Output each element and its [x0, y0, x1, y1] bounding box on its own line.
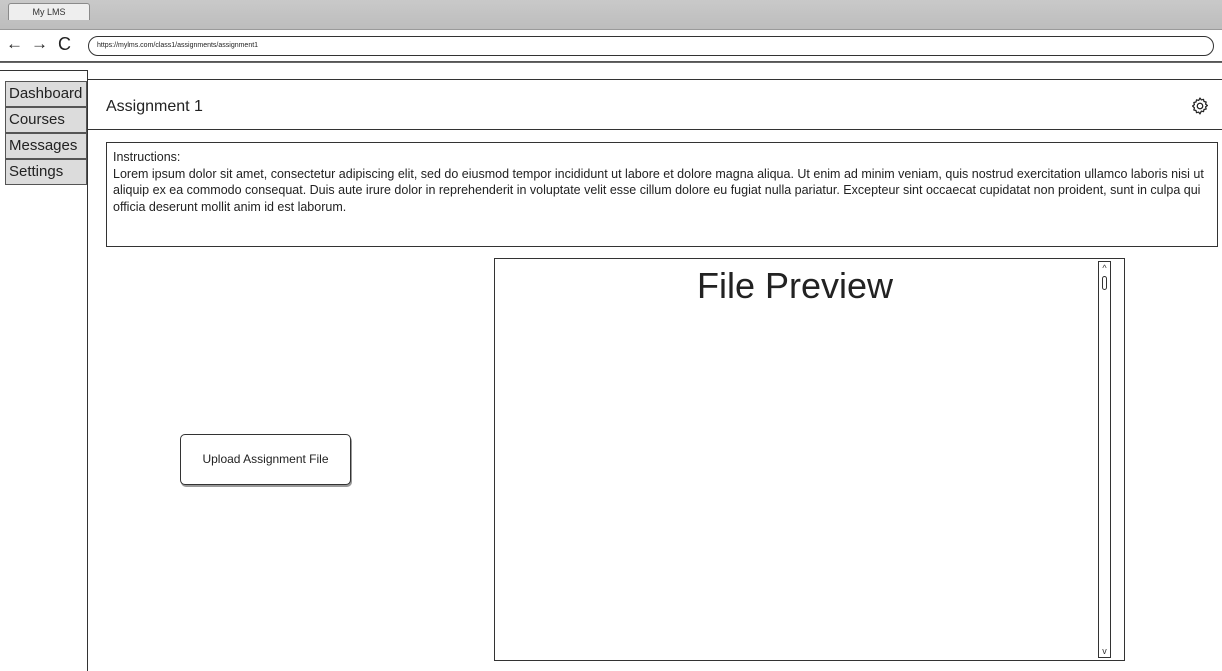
sidebar: Dashboard Courses Messages Settings: [0, 70, 88, 671]
url-bar[interactable]: https://mylms.com/class1/assignments/ass…: [88, 36, 1214, 56]
instructions-heading: Instructions:: [113, 150, 181, 164]
page-title: Assignment 1: [106, 98, 203, 115]
upload-assignment-button[interactable]: Upload Assignment File: [180, 434, 351, 485]
sidebar-item-courses[interactable]: Courses: [5, 107, 87, 133]
browser-nav-bar: ← → C https://mylms.com/class1/assignmen…: [0, 30, 1222, 62]
sidebar-item-label: Settings: [9, 163, 64, 180]
tab-strip: My LMS: [0, 0, 1222, 30]
instructions-body: Lorem ipsum dolor sit amet, consectetur …: [113, 166, 1204, 214]
chrome-divider: [0, 62, 1222, 63]
instructions-panel: Instructions: Lorem ipsum dolor sit amet…: [106, 142, 1218, 247]
file-preview-panel: File Preview ^ v: [494, 258, 1125, 661]
gear-icon[interactable]: [1190, 96, 1210, 116]
page-header: Assignment 1: [88, 79, 1222, 130]
browser-tab[interactable]: My LMS: [8, 3, 90, 20]
preview-scrollbar[interactable]: ^ v: [1098, 261, 1111, 658]
sidebar-item-dashboard[interactable]: Dashboard: [5, 81, 87, 107]
browser-window: My LMS ← → C https://mylms.com/class1/as…: [0, 0, 1222, 671]
sidebar-item-label: Courses: [9, 111, 65, 128]
sidebar-item-messages[interactable]: Messages: [5, 133, 87, 159]
forward-arrow-icon[interactable]: →: [31, 34, 48, 54]
sidebar-item-label: Dashboard: [9, 85, 83, 102]
scroll-thumb[interactable]: [1102, 276, 1107, 290]
file-preview-title: File Preview: [696, 265, 894, 306]
back-arrow-icon[interactable]: ←: [6, 34, 23, 54]
reload-icon[interactable]: C: [58, 34, 71, 54]
sidebar-item-label: Messages: [9, 137, 78, 154]
scroll-down-icon[interactable]: v: [1099, 645, 1110, 657]
sidebar-item-settings[interactable]: Settings: [5, 159, 87, 185]
scroll-up-icon[interactable]: ^: [1099, 262, 1110, 274]
